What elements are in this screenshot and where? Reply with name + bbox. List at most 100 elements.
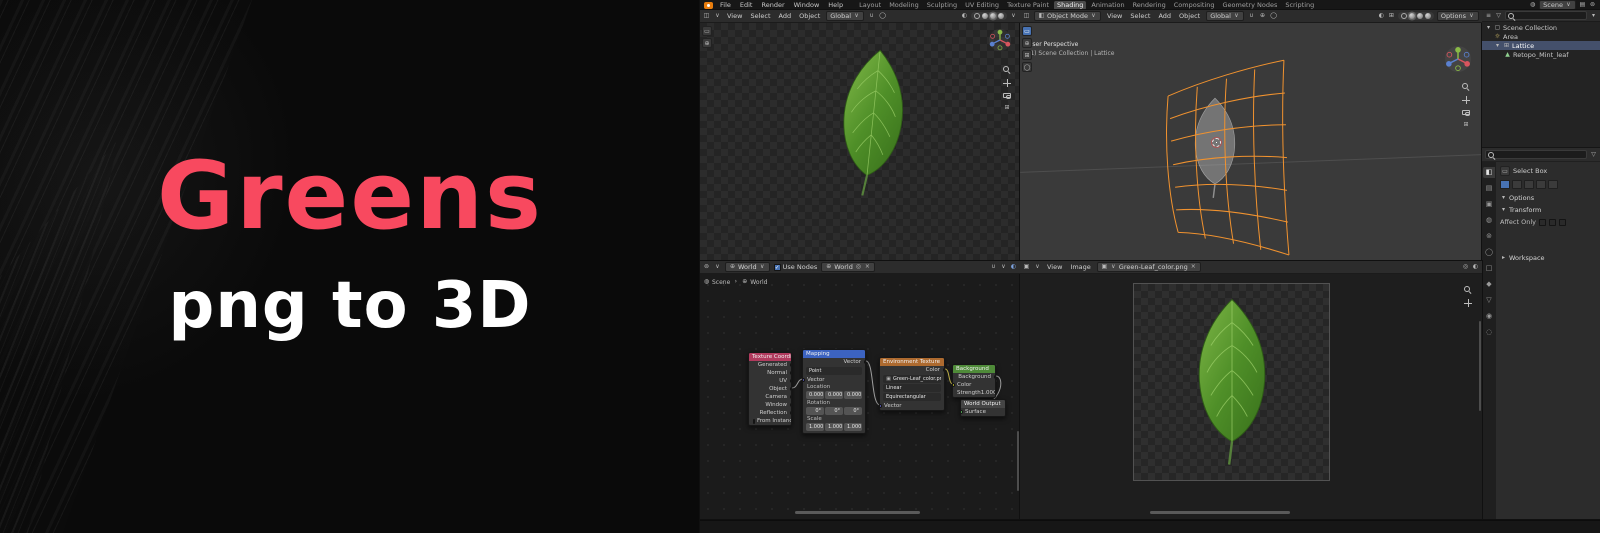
shading-solid-icon[interactable] (1408, 13, 1415, 19)
workspace-tab[interactable]: UV Editing (962, 1, 1002, 10)
mapping-location-field[interactable]: 0.000 (806, 391, 824, 399)
snap-magnet-icon[interactable]: ∪ (1248, 12, 1255, 20)
horizontal-scrollbar[interactable] (1150, 511, 1290, 514)
node-texture-coordinate[interactable]: Texture Coordinate Generated Normal (748, 352, 792, 426)
options-dropdown[interactable]: Options ∨ (1436, 11, 1479, 21)
snap-magnet-icon[interactable]: ∪ (990, 263, 997, 271)
menu-item[interactable]: Help (826, 1, 845, 9)
node-socket[interactable] (993, 375, 995, 379)
pan-icon[interactable] (1003, 79, 1011, 87)
pan-icon[interactable] (1462, 96, 1470, 104)
ortho-grid-icon[interactable]: ⊞ (1463, 121, 1470, 129)
tool-move-icon[interactable]: ⊞ (1022, 50, 1032, 60)
view-layer-icon[interactable]: ▤ (1579, 1, 1586, 9)
node-header[interactable]: Texture Coordinate (749, 353, 791, 361)
scene-selector[interactable]: Scene ∨ (1539, 0, 1576, 10)
node-socket[interactable] (880, 404, 882, 408)
outliner-row-retopo[interactable]: ▲ Retopo_Mint_leaf (1482, 50, 1600, 59)
workspace-tab[interactable]: Sculpting (924, 1, 960, 10)
options-section-header[interactable]: ▾ Options (1500, 192, 1597, 204)
pin-icon[interactable]: ◎ (855, 263, 862, 271)
node-background[interactable]: Background Background Color Strength 1.0… (952, 364, 996, 398)
node-mapping[interactable]: Mapping Vector Point Vector Location 0.0… (802, 349, 866, 434)
workspace-section-header[interactable]: ▸ Workspace (1500, 252, 1597, 264)
select-mode-extend[interactable] (1512, 180, 1522, 189)
node-header[interactable]: World Output (961, 400, 1005, 408)
active-tool-row[interactable]: ▭ Select Box (1500, 165, 1597, 176)
navigation-gizmo[interactable] (988, 28, 1012, 52)
cursor-3d[interactable] (1212, 138, 1221, 147)
node-socket[interactable] (803, 378, 805, 382)
orientation-selector[interactable]: Global ∨ (826, 11, 865, 21)
editor-type-icon[interactable]: ◫ (1023, 12, 1030, 20)
zoom-icon[interactable] (1462, 82, 1470, 90)
breadcrumb-world[interactable]: World (750, 279, 767, 286)
workspace-tab[interactable]: Layout (856, 1, 884, 10)
menu-item[interactable]: Edit (738, 1, 755, 9)
properties-tab[interactable]: ◧ (1483, 167, 1495, 178)
tool-select-icon[interactable]: ▭ (702, 26, 712, 36)
properties-tab[interactable]: ◯ (1483, 247, 1495, 258)
chevron-down-icon[interactable]: ∨ (1010, 12, 1017, 20)
outliner-search[interactable] (1505, 11, 1587, 20)
workspace-tab[interactable]: Geometry Nodes (1220, 1, 1281, 10)
proportional-edit-icon[interactable]: ◯ (1270, 12, 1277, 20)
workspace-tab[interactable]: Shading (1054, 0, 1087, 10)
image-canvas-frame[interactable] (1133, 283, 1330, 481)
chevron-down-icon[interactable]: ∨ (1000, 263, 1007, 271)
chevron-down-icon[interactable]: ∨ (714, 263, 721, 271)
caret-down-icon[interactable]: ▾ (1485, 24, 1492, 31)
vertical-scrollbar[interactable] (1479, 321, 1481, 411)
viewport-menu-item[interactable]: Select (1128, 12, 1152, 20)
proportional-edit-icon[interactable]: ◯ (879, 12, 886, 20)
editor-type-icon[interactable]: ▣ (1023, 263, 1030, 271)
snap-magnet-icon[interactable]: ∪ (868, 12, 875, 20)
viewport-menu-item[interactable]: Object (1177, 12, 1202, 20)
pan-icon[interactable] (1464, 299, 1472, 307)
select-mode-invert[interactable] (1536, 180, 1546, 189)
affect-origins-checkbox[interactable] (1539, 218, 1547, 226)
workspace-tab[interactable]: Compositing (1171, 1, 1218, 10)
interpolation-dropdown[interactable]: Linear (883, 384, 941, 392)
render-view-icon[interactable]: ⊚ (1589, 1, 1596, 9)
mapping-rotation-field[interactable]: 0° (825, 407, 843, 415)
node-world-output[interactable]: World Output Surface (960, 399, 1006, 417)
orientation-selector[interactable]: Global ∨ (1206, 11, 1244, 21)
chevron-down-icon[interactable]: ∨ (1034, 263, 1041, 271)
editor-type-icon[interactable]: ≡ (1485, 12, 1492, 20)
node-socket[interactable] (942, 368, 944, 372)
mapping-type-dropdown[interactable]: Point (806, 367, 862, 375)
transform-section-header[interactable]: ▾ Transform (1500, 204, 1597, 216)
shading-rendered-icon[interactable] (1424, 13, 1431, 19)
strength-row[interactable]: Strength 1.000 (953, 389, 995, 397)
caret-down-icon[interactable]: ▾ (1494, 42, 1501, 49)
properties-tab[interactable]: ◌ (1483, 327, 1495, 338)
affect-parents-checkbox[interactable] (1559, 218, 1567, 226)
shading-wireframe-icon[interactable] (1400, 13, 1407, 19)
menu-item[interactable]: File (718, 1, 733, 9)
shading-solid-icon[interactable] (982, 13, 988, 19)
chevron-down-icon[interactable]: ∨ (714, 12, 721, 20)
shader-editor[interactable]: ⊚ ∨ ⊕ World ∨ ✓ Use Nodes ⊕ World ◎ × ∪ … (699, 260, 1021, 521)
tool-rotate-icon[interactable]: ◯ (1022, 62, 1032, 72)
image-datablock-field[interactable]: ▣ Green-Leaf_color.png (883, 375, 941, 383)
viewport-menu-item[interactable]: Select (748, 12, 772, 20)
mapping-rotation-field[interactable]: 0° (806, 407, 824, 415)
horizontal-scrollbar[interactable] (795, 511, 920, 514)
properties-tab[interactable]: ◆ (1483, 279, 1495, 290)
node-header[interactable]: Mapping (803, 350, 865, 358)
zoom-icon[interactable] (1003, 65, 1011, 73)
pivot-point-icon[interactable]: ⊕ (1259, 12, 1266, 20)
image-menu-item[interactable]: Image (1068, 263, 1092, 271)
mapping-scale-field[interactable]: 1.000 (806, 423, 824, 431)
viewport-menu-item[interactable]: Add (777, 12, 794, 20)
select-mode-new[interactable] (1500, 180, 1510, 189)
shading-material-icon[interactable] (990, 13, 996, 19)
properties-tab[interactable]: ▤ (1483, 183, 1495, 194)
use-nodes-checkbox[interactable]: ✓ (773, 263, 781, 271)
node-socket[interactable] (789, 363, 791, 367)
node-environment-texture[interactable]: Environment Texture Color ▣ Green-Leaf_c… (879, 357, 945, 411)
viewport-lattice[interactable]: ◫ ◧ Object Mode ∨ View Select Add Object Gl… (1019, 9, 1483, 262)
filter-icon[interactable]: ▽ (1495, 12, 1502, 20)
node-socket[interactable] (789, 371, 791, 375)
